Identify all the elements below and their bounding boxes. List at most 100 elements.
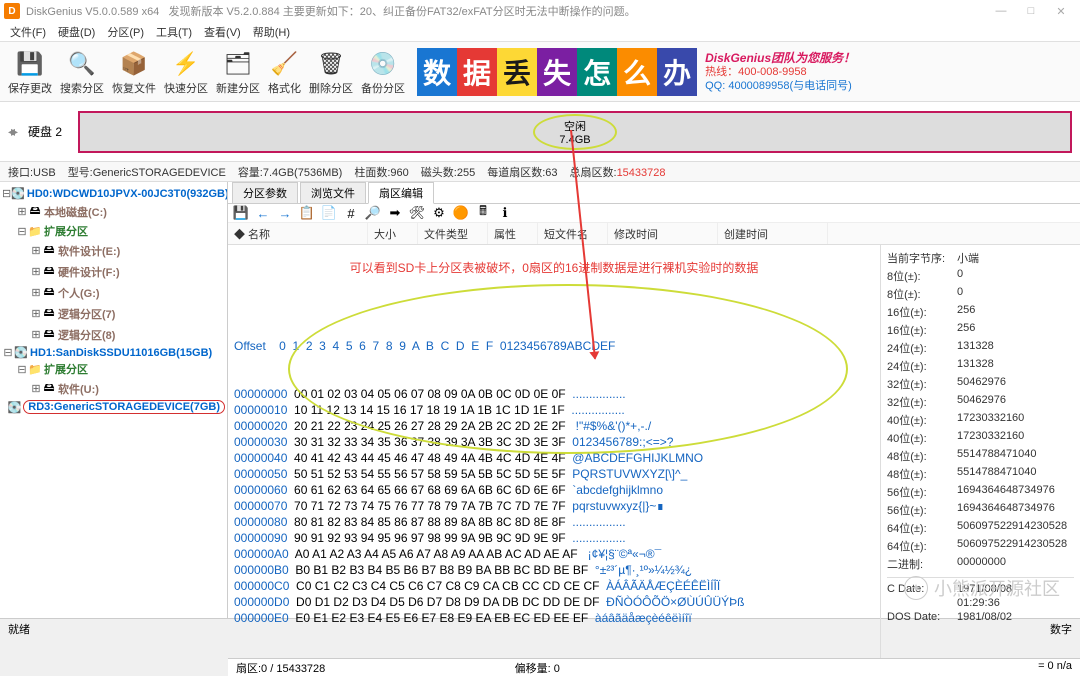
hex-row[interactable]: 00000060 60 61 62 63 64 65 66 67 68 69 6… <box>234 482 874 498</box>
hex-row[interactable]: 00000040 40 41 42 43 44 45 46 47 48 49 4… <box>234 450 874 466</box>
toolbar-btn-5[interactable]: 🧹格式化 <box>264 46 305 98</box>
toolbar-icon: 🔍 <box>66 48 98 80</box>
copy-icon[interactable]: 📋 <box>298 204 316 222</box>
maximize-button[interactable]: □ <box>1016 1 1046 21</box>
inspector-row: 二进制:00000000 <box>887 555 1074 573</box>
menu-disk[interactable]: 硬盘(D) <box>52 24 101 40</box>
inspector-row: 16位(±):256 <box>887 321 1074 339</box>
close-button[interactable]: ✕ <box>1046 1 1076 21</box>
inspector-row: 40位(±):17230332160 <box>887 411 1074 429</box>
inspector-row: 40位(±):17230332160 <box>887 429 1074 447</box>
hex-row[interactable]: 00000030 30 31 32 33 34 35 36 37 38 39 3… <box>234 434 874 450</box>
hex-icon[interactable]: # <box>342 204 360 222</box>
hex-row[interactable]: 000000C0 C0 C1 C2 C3 C4 C5 C6 C7 C8 C9 C… <box>234 578 874 594</box>
data-inspector: 当前字节序:小端 8位(±):08位(±):016位(±):25616位(±):… <box>880 245 1080 658</box>
disk-map-row: ◂▸ 硬盘 2 空闲7.4GB <box>0 102 1080 162</box>
hex-editor[interactable]: Offset 0 1 2 3 4 5 6 7 8 9 A B C D E F 0… <box>228 290 880 658</box>
hex-row[interactable]: 000000B0 B0 B1 B2 B3 B4 B5 B6 B7 B8 B9 B… <box>234 562 874 578</box>
toolbar-btn-6[interactable]: 🗑删除分区 <box>305 46 357 98</box>
menu-view[interactable]: 查看(V) <box>198 24 247 40</box>
inspector-row: 64位(±):506097522914230528 <box>887 537 1074 555</box>
toolbar-btn-2[interactable]: 📦恢复文件 <box>108 46 160 98</box>
toolbar-label: 新建分区 <box>216 80 260 96</box>
banner-slogan: DiskGenius团队为您服务！ <box>705 51 855 65</box>
title-bar: D DiskGenius V5.0.0.589 x64 发现新版本 V5.2.0… <box>0 0 1080 22</box>
toolbar: 💾保存更改🔍搜索分区📦恢复文件⚡快速分区🗂新建分区🧹格式化🗑删除分区💿备份分区 … <box>0 42 1080 102</box>
hex-toolbar: 💾 ← → 📋 📄 # 🔎 ➡ 🛠 ⚙ 🟠 🖩 ℹ <box>228 204 1080 223</box>
hex-row[interactable]: 000000D0 D0 D1 D2 D3 D4 D5 D6 D7 D8 D9 D… <box>234 594 874 610</box>
menu-tools[interactable]: 工具(T) <box>150 24 198 40</box>
toolbar-btn-3[interactable]: ⚡快速分区 <box>160 46 212 98</box>
banner-char: 么 <box>617 48 657 96</box>
menu-file[interactable]: 文件(F) <box>4 24 52 40</box>
hex-header: Offset 0 1 2 3 4 5 6 7 8 9 A B C D E F 0… <box>234 338 874 354</box>
promo-banner: 数据丢失怎么办 DiskGenius团队为您服务！ 热线：400-008-995… <box>417 46 855 98</box>
tab-partition-params[interactable]: 分区参数 <box>232 182 298 203</box>
fwd-icon[interactable]: → <box>276 204 294 222</box>
toolbar-icon: 📦 <box>118 48 150 80</box>
menu-bar: 文件(F) 硬盘(D) 分区(P) 工具(T) 查看(V) 帮助(H) <box>0 22 1080 42</box>
toolbar-btn-0[interactable]: 💾保存更改 <box>4 46 56 98</box>
banner-char: 失 <box>537 48 577 96</box>
toolbar-btn-7[interactable]: 💿备份分区 <box>357 46 409 98</box>
toolbar-btn-1[interactable]: 🔍搜索分区 <box>56 46 108 98</box>
toolbar-label: 删除分区 <box>309 80 353 96</box>
toolbar-icon: 💾 <box>14 48 46 80</box>
paste-icon[interactable]: 📄 <box>320 204 338 222</box>
hex-row[interactable]: 00000020 20 21 22 23 24 25 26 27 28 29 2… <box>234 418 874 434</box>
save-icon[interactable]: 💾 <box>232 204 250 222</box>
hex-row[interactable]: 000000E0 E0 E1 E2 E3 E4 E5 E6 E7 E8 E9 E… <box>234 610 874 626</box>
tree-selected-device[interactable]: 💽RD3:GenericSTORAGEDEVICE(7GB) <box>2 399 225 415</box>
inspector-row: 48位(±):5514788471040 <box>887 447 1074 465</box>
goto-icon[interactable]: ➡ <box>386 204 404 222</box>
back-icon[interactable]: ← <box>254 204 272 222</box>
partition-bar[interactable]: 空闲7.4GB <box>78 111 1072 153</box>
toolbar-icon: ⚡ <box>170 48 202 80</box>
minimize-button[interactable]: — <box>986 1 1016 21</box>
inspector-row: 8位(±):0 <box>887 285 1074 303</box>
toolbar-btn-4[interactable]: 🗂新建分区 <box>212 46 264 98</box>
inspector-row: 24位(±):131328 <box>887 357 1074 375</box>
hex-row[interactable]: 00000000 00 01 02 03 04 05 06 07 08 09 0… <box>234 386 874 402</box>
inspector-row: 32位(±):50462976 <box>887 375 1074 393</box>
banner-hotline: 热线：400-008-9958 <box>705 65 855 79</box>
calc-icon[interactable]: 🖩 <box>474 204 492 222</box>
inspector-row: 8位(±):0 <box>887 267 1074 285</box>
banner-qq: QQ: 4000089958(与电话同号) <box>705 79 855 93</box>
search-icon[interactable]: 🔎 <box>364 204 382 222</box>
hex-row[interactable]: 00000010 10 11 12 13 14 15 16 17 18 19 1… <box>234 402 874 418</box>
toolbar-label: 搜索分区 <box>60 80 104 96</box>
toolbar-label: 备份分区 <box>361 80 405 96</box>
tab-sector-edit[interactable]: 扇区编辑 <box>368 182 434 204</box>
hex-row[interactable]: 00000050 50 51 52 53 54 55 56 57 58 59 5… <box>234 466 874 482</box>
info-icon[interactable]: ℹ <box>496 204 514 222</box>
inspector-row: 24位(±):131328 <box>887 339 1074 357</box>
hex-row[interactable]: 00000070 70 71 72 73 74 75 76 77 78 79 7… <box>234 498 874 514</box>
inspector-row: 32位(±):50462976 <box>887 393 1074 411</box>
banner-char: 丢 <box>497 48 537 96</box>
banner-char: 数 <box>417 48 457 96</box>
device-tree[interactable]: ⊟💽HD0:WDCWD10JPVX-00JC3T0(932GB) ⊞🖴本地磁盘(… <box>0 182 228 618</box>
toolbar-icon: 🗂 <box>222 48 254 80</box>
banner-char: 办 <box>657 48 697 96</box>
hex-status-bar: 扇区:0 / 15433728 偏移量: 0 = 0 n/a <box>228 658 1080 676</box>
hex-row[interactable]: 000000A0 A0 A1 A2 A3 A4 A5 A6 A7 A8 A9 A… <box>234 546 874 562</box>
inspector-row: 16位(±):256 <box>887 303 1074 321</box>
hex-row[interactable]: 00000080 80 81 82 83 84 85 86 87 88 89 8… <box>234 514 874 530</box>
disk-info-line: 接口:USB型号:GenericSTORAGEDEVICE 容量:7.4GB(7… <box>0 162 1080 182</box>
tool2-icon[interactable]: ⚙ <box>430 204 448 222</box>
banner-char: 据 <box>457 48 497 96</box>
toolbar-icon: 🗑 <box>315 48 347 80</box>
file-list-header: ◆ 名称 大小 文件类型 属性 短文件名 修改时间 创建时间 <box>228 223 1080 245</box>
tab-browse-files[interactable]: 浏览文件 <box>300 182 366 203</box>
toolbar-label: 保存更改 <box>8 80 52 96</box>
tool1-icon[interactable]: 🛠 <box>408 204 426 222</box>
chart-icon[interactable]: 🟠 <box>452 204 470 222</box>
hex-row[interactable]: 00000090 90 91 92 93 94 95 96 97 98 99 9… <box>234 530 874 546</box>
banner-char: 怎 <box>577 48 617 96</box>
menu-help[interactable]: 帮助(H) <box>247 24 296 40</box>
nav-arrows-icon[interactable]: ◂▸ <box>8 123 28 140</box>
menu-partition[interactable]: 分区(P) <box>101 24 150 40</box>
toolbar-icon: 💿 <box>367 48 399 80</box>
toolbar-icon: 🧹 <box>269 48 301 80</box>
